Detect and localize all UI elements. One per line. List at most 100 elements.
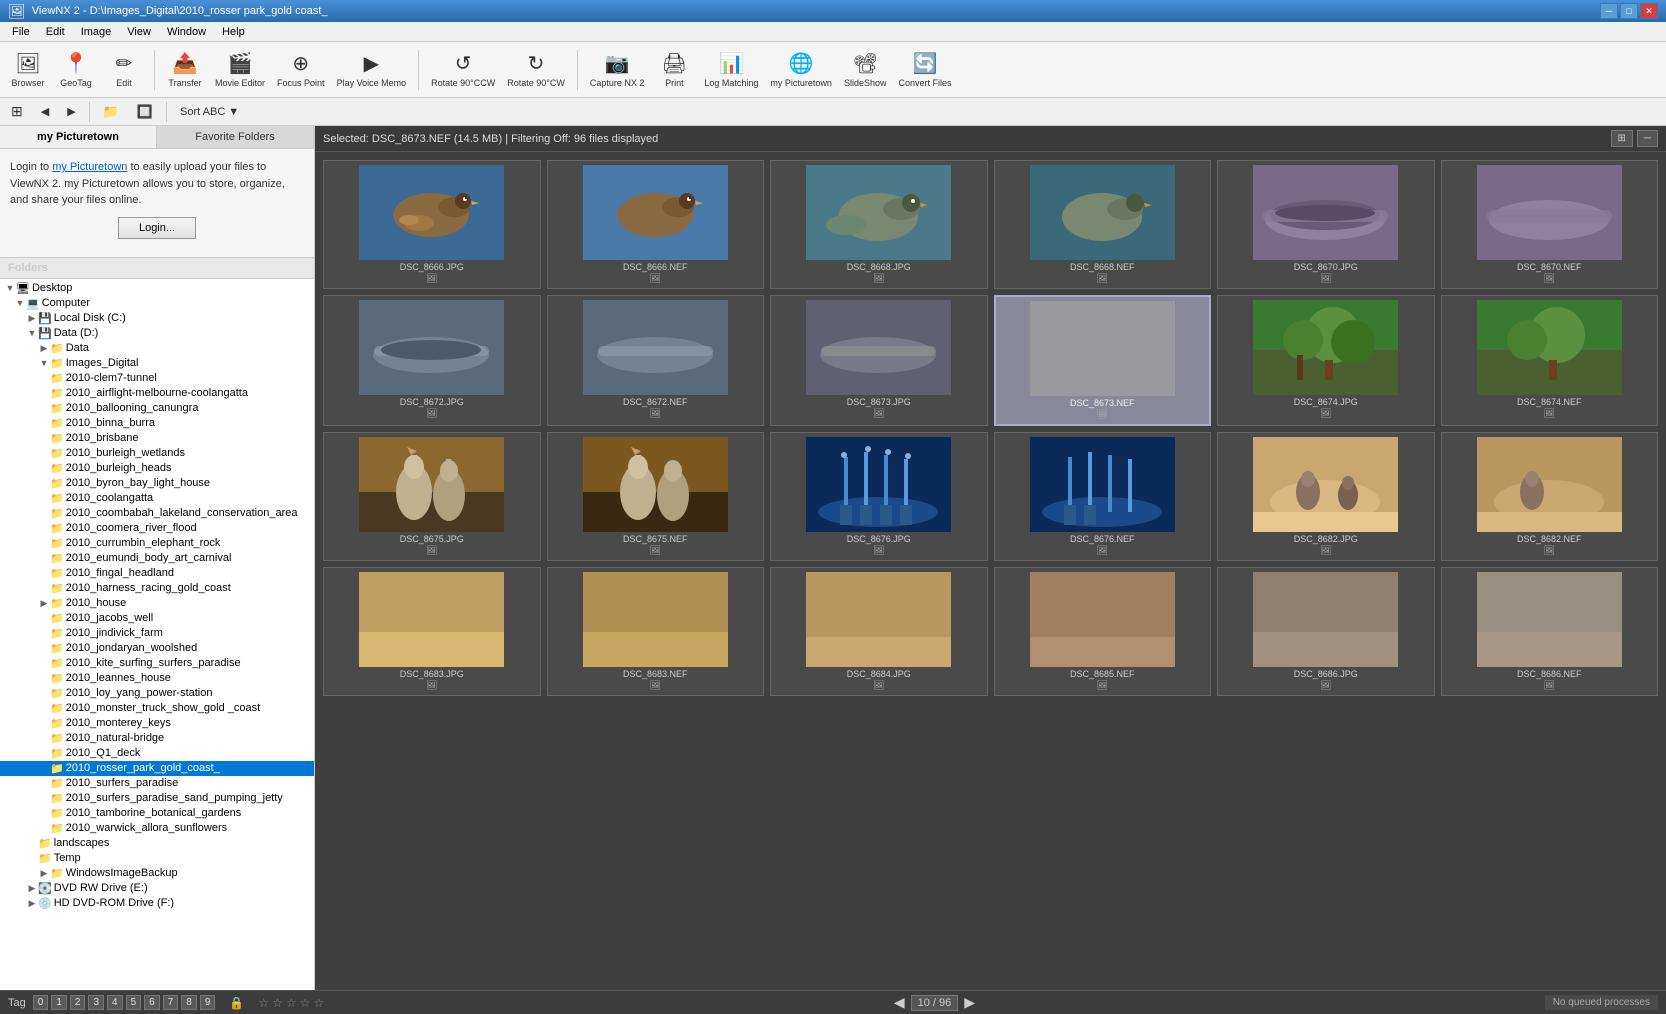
slider-view-button[interactable]: ─ xyxy=(1637,130,1658,147)
thumb-dsc8666-nef[interactable]: DSC_8666.NEF 🖼 xyxy=(547,160,765,289)
slideshow-button[interactable]: 📽 SlideShow xyxy=(840,45,891,95)
folder-eumundi[interactable]: 📁2010_eumundi_body_art_carnival xyxy=(0,551,314,566)
thumb-dsc8673-jpg[interactable]: DSC_8673.JPG 🖼 xyxy=(770,295,988,426)
tag-8[interactable]: 8 xyxy=(181,995,197,1010)
tag-4[interactable]: 4 xyxy=(107,995,123,1010)
login-button[interactable]: Login... xyxy=(118,217,196,239)
nav-next-button[interactable]: ▶ xyxy=(964,994,975,1011)
thumb-dsc8676-jpg[interactable]: DSC_8676.JPG 🖼 xyxy=(770,432,988,561)
tag-5[interactable]: 5 xyxy=(126,995,142,1010)
folder-house[interactable]: ▶ 📁 2010_house xyxy=(0,596,314,611)
thumb-dsc8685-nef[interactable]: DSC_8685.NEF 🖼 xyxy=(994,567,1212,696)
folder-monster-truck[interactable]: 📁2010_monster_truck_show_gold _coast xyxy=(0,701,314,716)
rotate-ccw-button[interactable]: ↺ Rotate 90°CCW xyxy=(427,45,499,95)
thumb-dsc8684-jpg[interactable]: DSC_8684.JPG 🖼 xyxy=(770,567,988,696)
rotate-cw-button[interactable]: ↻ Rotate 90°CW xyxy=(503,45,569,95)
folder-burleigh-wetlands[interactable]: 📁2010_burleigh_wetlands xyxy=(0,446,314,461)
folder-landscapes[interactable]: 📁landscapes xyxy=(0,836,314,851)
folder-clem7[interactable]: 📁2010-clem7-tunnel xyxy=(0,371,314,386)
convert-files-button[interactable]: 🔄 Convert Files xyxy=(894,45,955,95)
star-3[interactable]: ☆ xyxy=(286,996,297,1010)
tag-7[interactable]: 7 xyxy=(163,995,179,1010)
menu-view[interactable]: View xyxy=(119,24,159,40)
menu-help[interactable]: Help xyxy=(214,24,253,40)
thumb-dsc8682-nef[interactable]: DSC_8682.NEF 🖼 xyxy=(1441,432,1659,561)
edit-button[interactable]: ✏ Edit xyxy=(102,45,146,95)
thumb-dsc8672-jpg[interactable]: DSC_8672.JPG 🖼 xyxy=(323,295,541,426)
folder-hd-dvd[interactable]: ▶ 💿 HD DVD-ROM Drive (F:) xyxy=(0,896,314,911)
thumb-dsc8686-jpg[interactable]: DSC_8686.JPG 🖼 xyxy=(1217,567,1435,696)
folder-byron-bay[interactable]: 📁2010_byron_bay_light_house xyxy=(0,476,314,491)
folder-ballooning[interactable]: 📁2010_ballooning_canungra xyxy=(0,401,314,416)
thumb-dsc8670-nef[interactable]: DSC_8670.NEF 🖼 xyxy=(1441,160,1659,289)
folder-jondaryan[interactable]: 📁2010_jondaryan_woolshed xyxy=(0,641,314,656)
folder-btn[interactable]: 📁 xyxy=(96,101,126,123)
capture-nx2-button[interactable]: 📷 Capture NX 2 xyxy=(586,45,649,95)
thumb-dsc8672-nef[interactable]: DSC_8672.NEF 🖼 xyxy=(547,295,765,426)
folder-coombabah[interactable]: 📁2010_coombabah_lakeland_conservation_ar… xyxy=(0,506,314,521)
thumb-dsc8674-nef[interactable]: DSC_8674.NEF 🖼 xyxy=(1441,295,1659,426)
transfer-button[interactable]: 📤 Transfer xyxy=(163,45,207,95)
browser-button[interactable]: 🖼 Browser xyxy=(6,45,50,95)
star-5[interactable]: ☆ xyxy=(313,996,324,1010)
tab-favorite-folders[interactable]: Favorite Folders xyxy=(157,126,314,148)
folder-computer[interactable]: ▼ 💻 Computer xyxy=(0,296,314,311)
folder-data[interactable]: ▶ 📁 Data xyxy=(0,341,314,356)
folder-windows-backup[interactable]: ▶ 📁 WindowsImageBackup xyxy=(0,866,314,881)
folder-surfers-sand[interactable]: 📁2010_surfers_paradise_sand_pumping_jett… xyxy=(0,791,314,806)
log-matching-button[interactable]: 📊 Log Matching xyxy=(700,45,762,95)
thumb-dsc8682-jpg[interactable]: DSC_8682.JPG 🖼 xyxy=(1217,432,1435,561)
sort-abc-button[interactable]: Sort ABC ▼ xyxy=(173,103,246,121)
folder-dvd-rw[interactable]: ▶ 💽 DVD RW Drive (E:) xyxy=(0,881,314,896)
tag-0[interactable]: 0 xyxy=(33,995,49,1010)
folder-jacobs-well[interactable]: 📁2010_jacobs_well xyxy=(0,611,314,626)
folder-binna[interactable]: 📁2010_binna_burra xyxy=(0,416,314,431)
rating-protect[interactable]: 🔒 xyxy=(229,996,244,1010)
close-button[interactable]: ✕ xyxy=(1640,3,1658,19)
star-2[interactable]: ☆ xyxy=(272,996,283,1010)
folder-desktop[interactable]: ▼ 🖥 Desktop xyxy=(0,281,314,296)
print-button[interactable]: 🖨 Print xyxy=(652,45,696,95)
thumb-dsc8683-nef[interactable]: DSC_8683.NEF 🖼 xyxy=(547,567,765,696)
thumb-dsc8668-nef[interactable]: DSC_8668.NEF 🖼 xyxy=(994,160,1212,289)
tab-my-picturetown[interactable]: my Picturetown xyxy=(0,126,157,148)
menu-file[interactable]: File xyxy=(4,24,38,40)
expand-desktop[interactable]: ▼ xyxy=(4,283,16,293)
tag-6[interactable]: 6 xyxy=(144,995,160,1010)
my-picturetown-button[interactable]: 🌐 my Picturetown xyxy=(766,45,836,95)
tag-1[interactable]: 1 xyxy=(51,995,67,1010)
folder-kite[interactable]: 📁2010_kite_surfing_surfers_paradise xyxy=(0,656,314,671)
nav-forward-btn[interactable]: ▶ xyxy=(60,102,82,121)
thumb-dsc8675-jpg[interactable]: DSC_8675.JPG 🖼 xyxy=(323,432,541,561)
geotag-button[interactable]: 📍 GeoTag xyxy=(54,45,98,95)
folder-coomera[interactable]: 📁2010_coomera_river_flood xyxy=(0,521,314,536)
folder-jindivick[interactable]: 📁2010_jindivick_farm xyxy=(0,626,314,641)
folder-airflight[interactable]: 📁2010_airflight-melbourne-coolangatta xyxy=(0,386,314,401)
star-4[interactable]: ☆ xyxy=(300,996,311,1010)
picturetown-link[interactable]: my Picturetown xyxy=(52,161,127,173)
folder-monterey[interactable]: 📁2010_monterey_keys xyxy=(0,716,314,731)
menu-image[interactable]: Image xyxy=(73,24,120,40)
thumb-dsc8668-jpg[interactable]: DSC_8668.JPG 🖼 xyxy=(770,160,988,289)
thumb-dsc8673-nef[interactable]: DSC_8673.NEF 🖼 xyxy=(994,295,1212,426)
folder-warwick[interactable]: 📁2010_warwick_allora_sunflowers xyxy=(0,821,314,836)
movie-editor-button[interactable]: 🎬 Movie Editor xyxy=(211,45,269,95)
folder-burleigh-heads[interactable]: 📁2010_burleigh_heads xyxy=(0,461,314,476)
minimize-button[interactable]: ─ xyxy=(1600,3,1618,19)
thumb-dsc8686-nef[interactable]: DSC_8686.NEF 🖼 xyxy=(1441,567,1659,696)
folder-brisbane[interactable]: 📁2010_brisbane xyxy=(0,431,314,446)
folder-surfers[interactable]: 📁2010_surfers_paradise xyxy=(0,776,314,791)
maximize-button[interactable]: □ xyxy=(1620,3,1638,19)
tag-2[interactable]: 2 xyxy=(70,995,86,1010)
thumb-dsc8670-jpg[interactable]: DSC_8670.JPG 🖼 xyxy=(1217,160,1435,289)
thumb-dsc8676-nef[interactable]: DSC_8676.NEF 🖼 xyxy=(994,432,1212,561)
tag-9[interactable]: 9 xyxy=(200,995,216,1010)
menu-window[interactable]: Window xyxy=(159,24,214,40)
grid-view-button[interactable]: ⊞ xyxy=(1611,130,1633,147)
thumb-dsc8674-jpg[interactable]: DSC_8674.JPG 🖼 xyxy=(1217,295,1435,426)
folder-leannes[interactable]: 📁2010_leannes_house xyxy=(0,671,314,686)
thumb-dsc8666-jpg[interactable]: DSC_8666.JPG 🖼 xyxy=(323,160,541,289)
star-1[interactable]: ☆ xyxy=(258,996,269,1010)
titlebar-controls[interactable]: ─ □ ✕ xyxy=(1600,3,1658,19)
menu-edit[interactable]: Edit xyxy=(38,24,73,40)
